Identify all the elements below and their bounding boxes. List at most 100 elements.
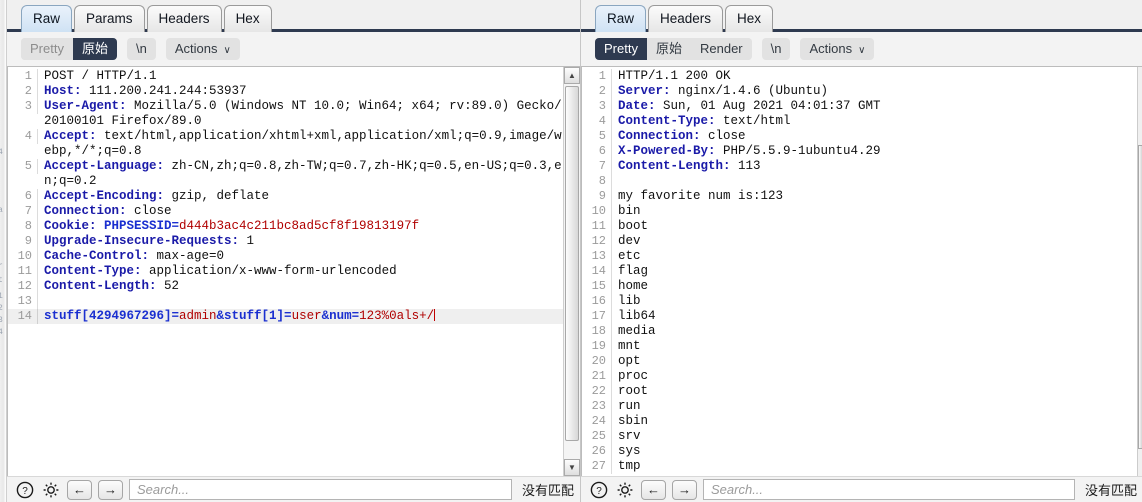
search-forward-button[interactable]: → [98, 479, 123, 500]
header-key: Host: [44, 84, 82, 98]
cookie-value: d444b3ac4c211bc8ad5cf8f19813197f [179, 219, 420, 233]
scroll-down-icon[interactable]: ▼ [564, 459, 580, 476]
help-icon[interactable]: ? [15, 480, 35, 500]
line-number: 21 [582, 369, 612, 384]
code-line[interactable]: 22 root [582, 384, 1137, 399]
response-scroll-thumb[interactable] [1138, 145, 1142, 449]
code-line[interactable]: 10 bin [582, 204, 1137, 219]
line-number: 1 [8, 69, 38, 84]
request-tab-params[interactable]: Params [74, 5, 145, 32]
code-line[interactable]: 2 Host: 111.200.241.244:53937 [8, 84, 563, 99]
code-line[interactable]: 8 [582, 174, 1137, 189]
code-line[interactable]: 12 Content-Length: 52 [8, 279, 563, 294]
scroll-up-icon[interactable]: ▲ [564, 67, 580, 84]
line-number: 25 [582, 429, 612, 444]
request-tab-hex[interactable]: Hex [223, 5, 272, 32]
line-number: 15 [582, 279, 612, 294]
code-line[interactable]: 8 Cookie: PHPSESSID=d444b3ac4c211bc8ad5cf… [8, 219, 563, 234]
response-render-button[interactable]: Render [690, 38, 752, 60]
search-back-button[interactable]: ← [67, 479, 92, 500]
code-line-text: home [618, 279, 649, 293]
response-code-area[interactable]: 1 HTTP/1.1 200 OK 2 Server: nginx/1.4.6 (Ub… [582, 67, 1137, 476]
response-vertical-scrollbar[interactable] [1137, 67, 1142, 476]
code-line-text: Host: 111.200.241.244:53937 [38, 84, 563, 99]
code-line[interactable]: 9 my favorite num is:123 [582, 189, 1137, 204]
code-line[interactable]: 4 Content-Type: text/html [582, 114, 1137, 129]
code-line[interactable]: 1 HTTP/1.1 200 OK [582, 69, 1137, 84]
code-line[interactable]: 14 stuff[4294967296]=admin&stuff[1]=user&… [8, 309, 563, 324]
code-line-text [612, 174, 1137, 189]
header-value: max-age=0 [149, 249, 225, 263]
request-scroll-thumb[interactable] [565, 86, 579, 441]
response-tab-headers[interactable]: Headers [648, 5, 724, 32]
request-raw-button[interactable]: 原始 [72, 38, 117, 60]
code-line[interactable]: 5 Connection: close [582, 129, 1137, 144]
code-line[interactable]: 9 Upgrade-Insecure-Requests: 1 [8, 234, 563, 249]
code-line[interactable]: 19 mnt [582, 339, 1137, 354]
response-tab-raw[interactable]: Raw [595, 5, 647, 32]
code-line[interactable]: 4 Accept: text/html,application/xhtml+xml… [8, 129, 563, 159]
code-line-text: srv [618, 429, 641, 443]
code-line[interactable]: 27 tmp [582, 459, 1137, 474]
gear-icon[interactable] [41, 480, 61, 500]
code-line[interactable]: 21 proc [582, 369, 1137, 384]
code-line[interactable]: 11 boot [582, 219, 1137, 234]
search-forward-button[interactable]: → [672, 479, 697, 500]
code-line[interactable]: 3 User-Agent: Mozilla/5.0 (Windows NT 10.… [8, 99, 563, 129]
code-line[interactable]: 10 Cache-Control: max-age=0 [8, 249, 563, 264]
code-line[interactable]: 14 flag [582, 264, 1137, 279]
code-line[interactable]: 20 opt [582, 354, 1137, 369]
cookie-name: PHPSESSID= [96, 219, 180, 233]
request-pretty-button[interactable]: Pretty [21, 38, 73, 60]
request-tab-raw[interactable]: Raw [21, 5, 73, 32]
search-back-button[interactable]: ← [641, 479, 666, 500]
request-code-area[interactable]: 1 POST / HTTP/1.1 2 Host: 111.200.241.244:5… [8, 67, 563, 476]
request-newline-button[interactable]: \n [126, 38, 156, 60]
request-scroll-track[interactable] [564, 84, 580, 459]
header-key: Content-Length: [44, 279, 157, 293]
line-number: 3 [8, 99, 38, 114]
code-line[interactable]: 17 lib64 [582, 309, 1137, 324]
code-line[interactable]: 16 lib [582, 294, 1137, 309]
code-line[interactable]: 11 Content-Type: application/x-www-form-u… [8, 264, 563, 279]
code-line[interactable]: 6 X-Powered-By: PHP/5.5.9-1ubuntu4.29 [582, 144, 1137, 159]
help-icon[interactable]: ? [589, 480, 609, 500]
response-newline-button[interactable]: \n [761, 38, 791, 60]
request-tab-headers[interactable]: Headers [146, 5, 222, 32]
response-tab-hex[interactable]: Hex [725, 5, 774, 32]
code-line-text: Cookie: PHPSESSID=d444b3ac4c211bc8ad5cf8… [38, 219, 563, 234]
code-line-text: Content-Type: application/x-www-form-url… [38, 264, 563, 279]
code-line[interactable]: 12 dev [582, 234, 1137, 249]
code-line[interactable]: 26 sys [582, 444, 1137, 459]
code-line[interactable]: 5 Accept-Language: zh-CN,zh;q=0.8,zh-TW;q… [8, 159, 563, 189]
request-editor[interactable]: 1 POST / HTTP/1.1 2 Host: 111.200.241.244:5… [7, 66, 580, 476]
code-line[interactable]: 13 [8, 294, 563, 309]
code-line-text: Date: Sun, 01 Aug 2021 04:01:37 GMT [612, 99, 1137, 114]
response-editor[interactable]: 1 HTTP/1.1 200 OK 2 Server: nginx/1.4.6 (Ub… [581, 66, 1142, 476]
header-key: Content-Type: [618, 114, 716, 128]
response-actions-button[interactable]: Actions ∨ [800, 38, 875, 60]
request-vertical-scrollbar[interactable]: ▲ ▼ [563, 67, 580, 476]
code-line[interactable]: 3 Date: Sun, 01 Aug 2021 04:01:37 GMT [582, 99, 1137, 114]
request-search-input[interactable]: Search... [129, 479, 512, 500]
code-line[interactable]: 18 media [582, 324, 1137, 339]
line-number: 27 [582, 459, 612, 474]
code-line[interactable]: 1 POST / HTTP/1.1 [8, 69, 563, 84]
code-line[interactable]: 24 sbin [582, 414, 1137, 429]
response-pretty-button[interactable]: Pretty [595, 38, 647, 60]
header-key: Accept: [44, 129, 97, 143]
request-panel: Raw Params Headers Hex Pretty 原始 \n Acti… [7, 0, 580, 502]
code-line[interactable]: 23 run [582, 399, 1137, 414]
code-line[interactable]: 7 Connection: close [8, 204, 563, 219]
gear-icon[interactable] [615, 480, 635, 500]
request-actions-button[interactable]: Actions ∨ [165, 38, 240, 60]
code-line[interactable]: 15 home [582, 279, 1137, 294]
code-line[interactable]: 25 srv [582, 429, 1137, 444]
response-search-input[interactable]: Search... [703, 479, 1075, 500]
code-line[interactable]: 13 etc [582, 249, 1137, 264]
code-line-text: boot [618, 219, 649, 233]
code-line[interactable]: 6 Accept-Encoding: gzip, deflate [8, 189, 563, 204]
response-raw-button[interactable]: 原始 [646, 38, 691, 60]
code-line[interactable]: 7 Content-Length: 113 [582, 159, 1137, 174]
code-line[interactable]: 2 Server: nginx/1.4.6 (Ubuntu) [582, 84, 1137, 99]
